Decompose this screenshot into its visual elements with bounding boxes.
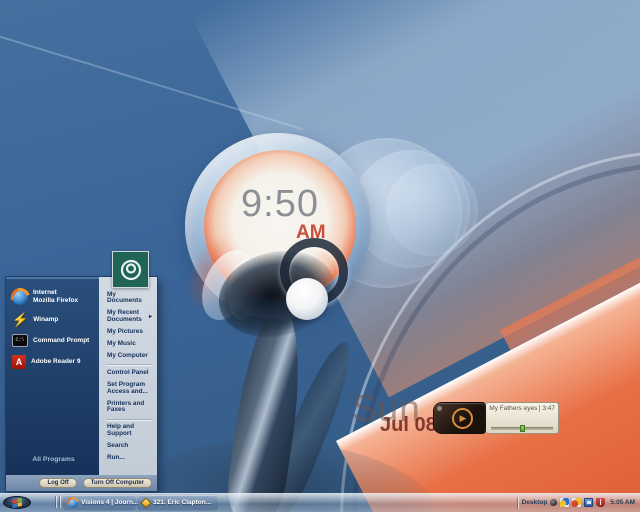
turn-off-computer-button[interactable]: Turn Off Computer bbox=[83, 478, 152, 488]
firefox-icon bbox=[68, 498, 78, 508]
track-title: My Fathers eyes bbox=[489, 405, 537, 412]
desktop-toolbar[interactable]: Desktop bbox=[522, 499, 548, 506]
start-button[interactable] bbox=[3, 496, 31, 509]
date-widget-date: Jul 08 bbox=[380, 414, 437, 437]
submenu-arrow-icon: ▸ bbox=[149, 314, 152, 320]
start-menu: Internet Mozilla Firefox ⚡ Winamp C:\ Co… bbox=[5, 276, 158, 492]
hidden-icons-button[interactable] bbox=[550, 499, 557, 506]
clock-widget-ampm: AM bbox=[296, 222, 326, 244]
messenger-icon[interactable] bbox=[560, 498, 569, 507]
menu-item-run[interactable]: Run... bbox=[106, 453, 153, 465]
menu-item-my-computer[interactable]: My Computer bbox=[106, 350, 153, 362]
play-button[interactable]: ▶ bbox=[452, 408, 473, 429]
menu-item-set-program-access[interactable]: Set Program Access and... bbox=[106, 379, 153, 398]
log-off-button[interactable]: Log Off bbox=[39, 478, 76, 488]
taskbar-separator bbox=[518, 497, 519, 509]
sphere-glossy-ball bbox=[286, 278, 328, 320]
media-player-display: My Fathers eyes 3:47 bbox=[486, 402, 559, 434]
taskbar-button-winamp[interactable]: 321. Eric Clapton... bbox=[138, 495, 217, 510]
taskbar-separator bbox=[56, 496, 57, 508]
menu-item-my-music[interactable]: My Music bbox=[106, 339, 153, 351]
player-divider bbox=[539, 405, 540, 412]
taskbar-right: Desktop 5:05 AM bbox=[518, 495, 638, 510]
clock-widget-time: 9:50 bbox=[204, 183, 356, 226]
menu-item-my-pictures[interactable]: My Pictures bbox=[106, 327, 153, 339]
menu-item-search[interactable]: Search bbox=[106, 441, 153, 453]
track-time: 3:47 bbox=[542, 405, 555, 412]
player-knob[interactable] bbox=[437, 406, 442, 411]
menu-item-my-documents[interactable]: My Documents bbox=[106, 289, 153, 308]
menu-item-help-support[interactable]: Help and Support bbox=[106, 422, 153, 441]
user-logo bbox=[112, 251, 149, 288]
network-icon[interactable] bbox=[584, 498, 593, 507]
menu-item-command-prompt[interactable]: C:\ Command Prompt bbox=[11, 330, 96, 351]
menu-separator bbox=[107, 419, 152, 420]
messenger-alt-icon[interactable] bbox=[572, 498, 581, 507]
menu-separator bbox=[107, 364, 152, 365]
start-menu-pinned-list: Internet Mozilla Firefox ⚡ Winamp C:\ Co… bbox=[6, 277, 99, 475]
adobe-reader-icon: A bbox=[12, 355, 26, 369]
menu-item-printers-faxes[interactable]: Printers and Faxes bbox=[106, 398, 153, 417]
command-prompt-icon: C:\ bbox=[12, 334, 28, 347]
start-menu-footer: Log Off Turn Off Computer bbox=[6, 475, 157, 491]
menu-item-adobe-reader[interactable]: A Adobe Reader 9 bbox=[11, 351, 96, 373]
firefox-icon bbox=[12, 289, 28, 305]
menu-item-control-panel[interactable]: Control Panel bbox=[106, 367, 153, 379]
all-programs-button[interactable]: All Programs bbox=[11, 452, 96, 471]
media-player-body: ▶ bbox=[433, 402, 486, 434]
taskbar-button-firefox[interactable]: Visions 4 | Journ... bbox=[64, 495, 135, 510]
menu-item-winamp[interactable]: ⚡ Winamp bbox=[11, 309, 96, 330]
media-player-widget: ▶ My Fathers eyes 3:47 bbox=[433, 402, 559, 434]
tray-clock[interactable]: 5:05 AM bbox=[610, 499, 635, 506]
winamp-icon: ⚡ bbox=[12, 313, 28, 326]
winamp-icon bbox=[140, 497, 151, 508]
security-shield-icon[interactable] bbox=[596, 498, 605, 507]
play-icon: ▶ bbox=[460, 414, 467, 423]
seek-thumb[interactable] bbox=[520, 425, 525, 432]
embedded-logo-icon bbox=[118, 257, 144, 283]
windows-flag-icon bbox=[12, 498, 23, 508]
menu-item-my-recent-documents[interactable]: My Recent Documents ▸ bbox=[106, 308, 153, 327]
start-menu-places-list: My Documents My Recent Documents ▸ My Pi… bbox=[99, 277, 157, 475]
taskbar-separator bbox=[60, 496, 61, 508]
menu-item-internet[interactable]: Internet Mozilla Firefox bbox=[11, 285, 96, 309]
seek-bar[interactable] bbox=[491, 427, 553, 430]
desktop: 9:50 AM Sun Jul 08 ▶ My Fathers eyes 3:4… bbox=[0, 0, 640, 512]
